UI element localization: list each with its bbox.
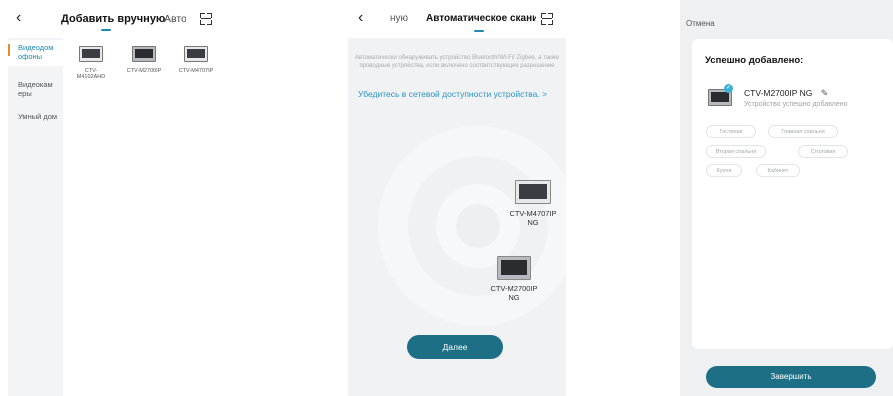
header: ‹ ную Автоматическое сканирование: [348, 0, 566, 38]
sidebar-item-label: Умный дом: [18, 112, 58, 121]
intercom-monitor-image: [497, 256, 531, 280]
sidebar-item-video-cameras[interactable]: Видеокам еры: [8, 80, 63, 102]
check-icon: ✓: [724, 84, 733, 93]
added-device-image: ✓: [708, 84, 733, 106]
radar-scan-center: [456, 204, 500, 248]
header: ‹ Добавить вручную Автоматическое сканир…: [0, 0, 230, 38]
intercom-monitor-image: [132, 46, 156, 62]
cancel-button[interactable]: Отмена: [686, 19, 715, 28]
device-name: CTV-M4707IP NG: [509, 209, 557, 227]
intercom-monitor-image: [184, 46, 208, 62]
edit-pencil-icon[interactable]: ✎: [821, 88, 829, 99]
room-chip[interactable]: Гостиная: [706, 125, 756, 138]
device-name: CTV-M4102AHD: [76, 68, 106, 80]
tab-auto-scan[interactable]: Автоматическое сканирование: [164, 13, 186, 25]
success-title: Успешно добавлено:: [705, 55, 804, 66]
tab-auto-scan[interactable]: Автоматическое сканирование: [426, 13, 536, 24]
category-sidebar: Видеодом офоны Видеокам еры Умный дом: [8, 38, 63, 396]
intercom-monitor-image: [515, 180, 551, 204]
device-tile[interactable]: CTV-M4102AHD: [74, 46, 108, 80]
next-button[interactable]: Далее: [407, 335, 503, 359]
network-check-link[interactable]: Убедитесь в сетевой доступности устройст…: [358, 89, 563, 99]
found-device[interactable]: CTV-M2700IP NG: [484, 256, 544, 302]
device-tile[interactable]: CTV-M2700IP: [124, 46, 164, 74]
sidebar-item-label: Видеокам еры: [18, 80, 53, 98]
tab-manual-add[interactable]: Добавить вручную: [61, 13, 166, 31]
device-name: CTV-M4707IP: [178, 68, 214, 74]
active-tab-indicator: [474, 30, 484, 32]
success-card: Успешно добавлено: ✓ CTV-M2700IP NG ✎ Ус…: [692, 39, 893, 349]
scan-description: Автоматически обнаруживать устройство Bl…: [354, 55, 560, 69]
added-device-status: Устройство успешно добавлено: [744, 101, 848, 108]
sidebar-item-smart-home[interactable]: Умный дом: [8, 112, 63, 134]
found-device[interactable]: CTV-M4707IP NG: [503, 180, 563, 227]
scan-icon[interactable]: [541, 13, 553, 25]
added-success-panel: Отмена Успешно добавлено: ✓ CTV-M2700IP …: [680, 0, 893, 396]
scan-icon[interactable]: [200, 13, 212, 25]
room-chip[interactable]: Кухня: [706, 164, 742, 177]
finish-button[interactable]: Завершить: [706, 366, 876, 388]
sidebar-item-video-intercoms[interactable]: Видеодом офоны: [8, 40, 63, 66]
intercom-monitor-image: [79, 46, 103, 62]
auto-scan-panel: ‹ ную Автоматическое сканирование Автома…: [348, 0, 566, 396]
room-chip[interactable]: Вторая спальня: [706, 145, 766, 158]
room-chip[interactable]: Главная спальня: [768, 125, 838, 138]
room-chip[interactable]: Столовая: [798, 145, 848, 158]
active-tab-indicator: [101, 29, 111, 31]
sidebar-item-label: Видеодом офоны: [18, 43, 54, 61]
added-device-name-row: CTV-M2700IP NG ✎: [744, 88, 828, 99]
tab-manual-add[interactable]: ную: [390, 13, 408, 24]
added-device-name: CTV-M2700IP NG: [744, 88, 813, 98]
back-arrow-icon[interactable]: ‹: [16, 9, 21, 27]
room-chip[interactable]: Кабинет: [756, 164, 800, 177]
tab-manual-add-label: Добавить вручную: [61, 13, 166, 25]
device-tile[interactable]: CTV-M4707IP: [175, 46, 217, 74]
back-arrow-icon[interactable]: ‹: [358, 9, 363, 27]
active-category-marker: [8, 44, 10, 56]
device-name: CTV-M2700IP NG: [490, 284, 538, 302]
add-device-manual-panel: ‹ Добавить вручную Автоматическое сканир…: [0, 0, 230, 396]
device-name: CTV-M2700IP: [126, 68, 162, 74]
